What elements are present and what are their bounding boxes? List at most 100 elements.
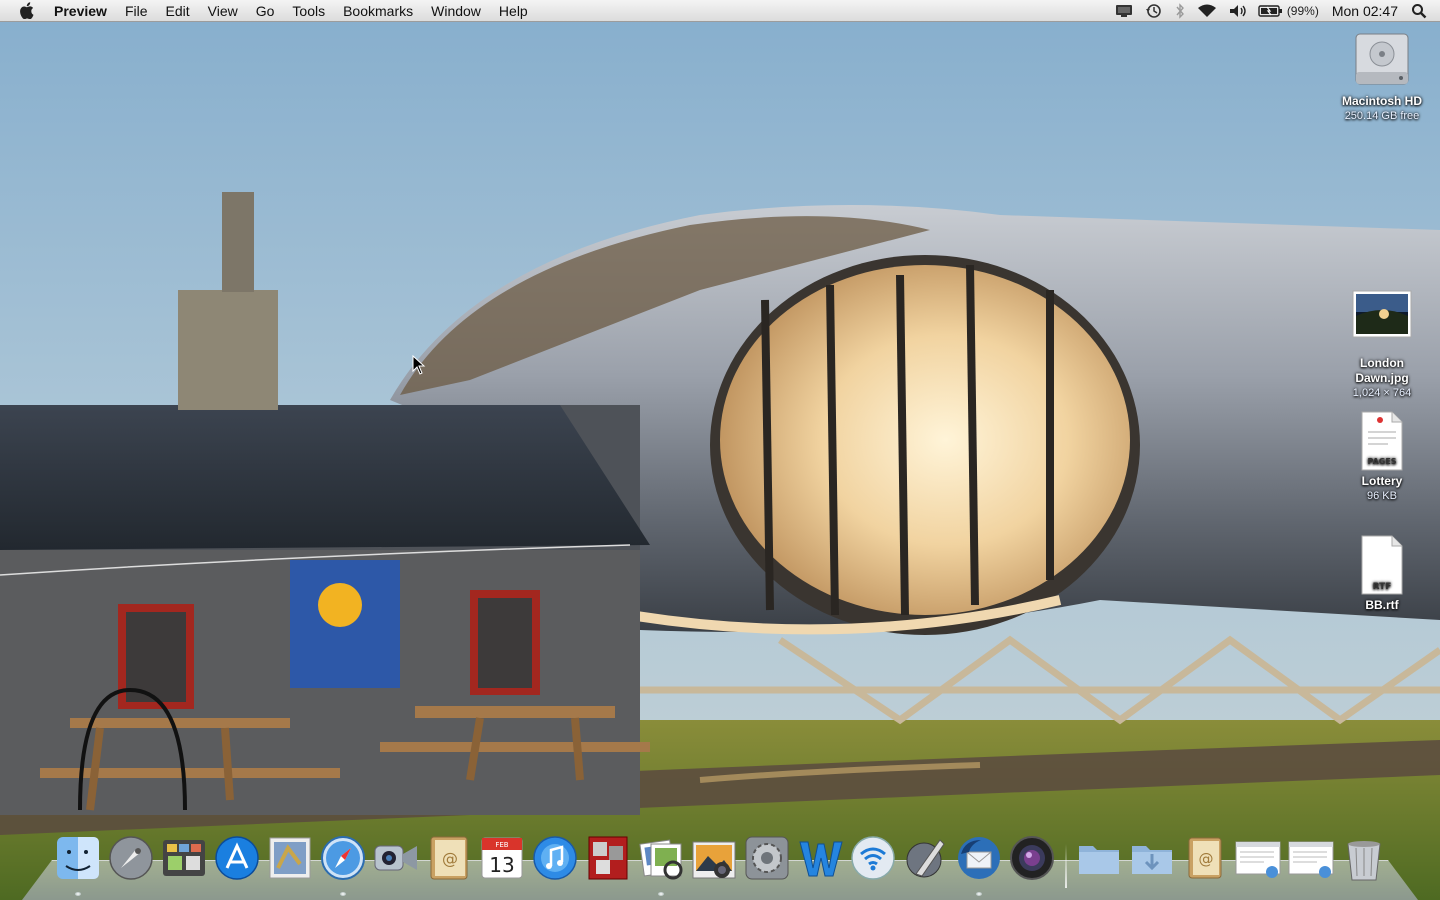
folder-icon (1079, 846, 1119, 874)
desktop-icon-label: Lottery (1361, 474, 1403, 488)
battery-percent: (99%) (1286, 3, 1319, 18)
apple-logo-icon (19, 2, 33, 19)
dock-contacts-stack[interactable]: @ (1179, 832, 1231, 884)
document-stack-icon-2 (1288, 841, 1334, 878)
apple-menu[interactable] (0, 0, 52, 22)
battery-status[interactable]: (99%) (1253, 0, 1324, 22)
desktop-icon-bb-rtf[interactable]: RTF BB.rtf (1327, 534, 1437, 613)
desktop-icon-label-line2: Dawn.jpg (1355, 371, 1409, 385)
svg-text:@: @ (1199, 850, 1214, 868)
document-stack-icon (1235, 841, 1281, 878)
display-mirroring-icon[interactable] (1109, 0, 1139, 22)
spotlight-icon (1412, 3, 1427, 18)
dock-aperture[interactable] (1006, 832, 1058, 884)
dock-applications-stack[interactable] (1073, 832, 1125, 884)
battery-icon (1258, 4, 1282, 17)
pages-document-icon: PAGES (1361, 411, 1403, 471)
running-indicator (340, 892, 346, 896)
contacts-card-icon: @ (1188, 837, 1222, 879)
desktop-icon-lottery[interactable]: PAGES Lottery 96 KB (1327, 410, 1437, 503)
app-store-icon (215, 836, 259, 880)
itunes-icon (533, 836, 577, 880)
desktop-wallpaper (0, 0, 1440, 900)
dock-mission-control[interactable] (158, 832, 210, 884)
menu-window[interactable]: Window (422, 0, 490, 22)
dock-system-preferences[interactable] (741, 832, 793, 884)
image-thumbnail-icon (1352, 290, 1412, 338)
launchpad-icon (109, 836, 153, 880)
dock-finder[interactable] (52, 832, 104, 896)
dock-downloads-stack[interactable] (1126, 832, 1178, 884)
system-preferences-icon (745, 836, 789, 880)
menu-edit[interactable]: Edit (157, 0, 199, 22)
facetime-icon (374, 845, 417, 871)
word-w-icon (799, 841, 843, 877)
downloads-folder-icon (1132, 846, 1172, 874)
menubar-clock[interactable]: Mon 02:47 (1324, 0, 1406, 22)
desktop-icon-label: Macintosh HD (1341, 94, 1422, 108)
desktop-icon-detail: 96 KB (1367, 490, 1397, 502)
menu-app-name[interactable]: Preview (52, 0, 116, 22)
dock-facetime[interactable] (370, 832, 422, 884)
calendar-icon: FEB 13 (481, 837, 523, 879)
dock-mail[interactable] (264, 832, 316, 884)
dock-safari[interactable] (317, 832, 369, 896)
rtf-document-icon: RTF (1361, 535, 1403, 595)
dock-itunes[interactable] (529, 832, 581, 884)
bluetooth-icon[interactable] (1169, 0, 1191, 22)
desktop-icon-macintosh-hd[interactable]: Macintosh HD 250.14 GB free (1327, 30, 1437, 123)
dock-preview[interactable] (635, 832, 687, 896)
dock-wifi-app[interactable] (847, 832, 899, 884)
dock-launchpad[interactable] (105, 832, 157, 884)
svg-text:13: 13 (489, 853, 514, 877)
volume-icon[interactable] (1223, 0, 1253, 22)
dock-document-stack-1[interactable] (1232, 832, 1284, 884)
menu-view[interactable]: View (199, 0, 247, 22)
desktop-icon-label-line1: London (1360, 356, 1404, 370)
time-machine-icon[interactable] (1139, 0, 1169, 22)
running-indicator (75, 892, 81, 896)
dock-document-stack-2[interactable] (1285, 832, 1337, 884)
aperture-lens-icon (1010, 836, 1054, 880)
menu-bookmarks[interactable]: Bookmarks (334, 0, 422, 22)
svg-text:@: @ (442, 849, 458, 868)
dock: @ FEB 13 @ (22, 824, 1418, 900)
menu-bar: Preview File Edit View Go Tools Bookmark… (0, 0, 1440, 22)
thunderbird-icon (958, 837, 1000, 879)
menu-help[interactable]: Help (490, 0, 537, 22)
mission-control-icon (163, 840, 205, 876)
hard-drive-icon (1355, 33, 1409, 85)
trash-icon (1347, 841, 1381, 881)
dock-thunderbird[interactable] (953, 832, 1005, 896)
preview-icon (639, 839, 683, 880)
mail-stamp-icon (269, 837, 311, 879)
rtf-badge: RTF (1373, 582, 1392, 592)
dock-word[interactable] (794, 832, 846, 884)
dock-separator (1059, 832, 1073, 888)
pages-badge: PAGES (1367, 457, 1396, 466)
dock-ical[interactable]: FEB 13 (476, 832, 528, 884)
spotlight-search-button[interactable] (1406, 0, 1432, 22)
desktop-icon-detail: 250.14 GB free (1344, 110, 1420, 122)
desktop-icon-london-dawn[interactable]: London Dawn.jpg 1,024 × 764 (1327, 290, 1437, 400)
menu-file[interactable]: File (116, 0, 157, 22)
dock-script-editor[interactable] (900, 832, 952, 884)
running-indicator (658, 892, 664, 896)
desktop-icon-label: BB.rtf (1365, 598, 1399, 612)
iphoto-icon (692, 841, 736, 879)
script-editor-icon (906, 839, 945, 878)
wifi-app-icon (851, 836, 895, 880)
photo-booth-icon (588, 836, 628, 880)
dock-trash[interactable] (1338, 832, 1390, 884)
dock-address-book[interactable]: @ (423, 832, 475, 884)
wifi-icon[interactable] (1191, 0, 1223, 22)
svg-text:FEB: FEB (495, 841, 508, 849)
safari-icon (321, 836, 365, 880)
menu-tools[interactable]: Tools (283, 0, 334, 22)
dock-photo-booth[interactable] (582, 832, 634, 884)
menu-go[interactable]: Go (247, 0, 284, 22)
dock-app-store[interactable] (211, 832, 263, 884)
running-indicator (976, 892, 982, 896)
finder-icon (57, 837, 99, 879)
dock-iphoto[interactable] (688, 832, 740, 884)
